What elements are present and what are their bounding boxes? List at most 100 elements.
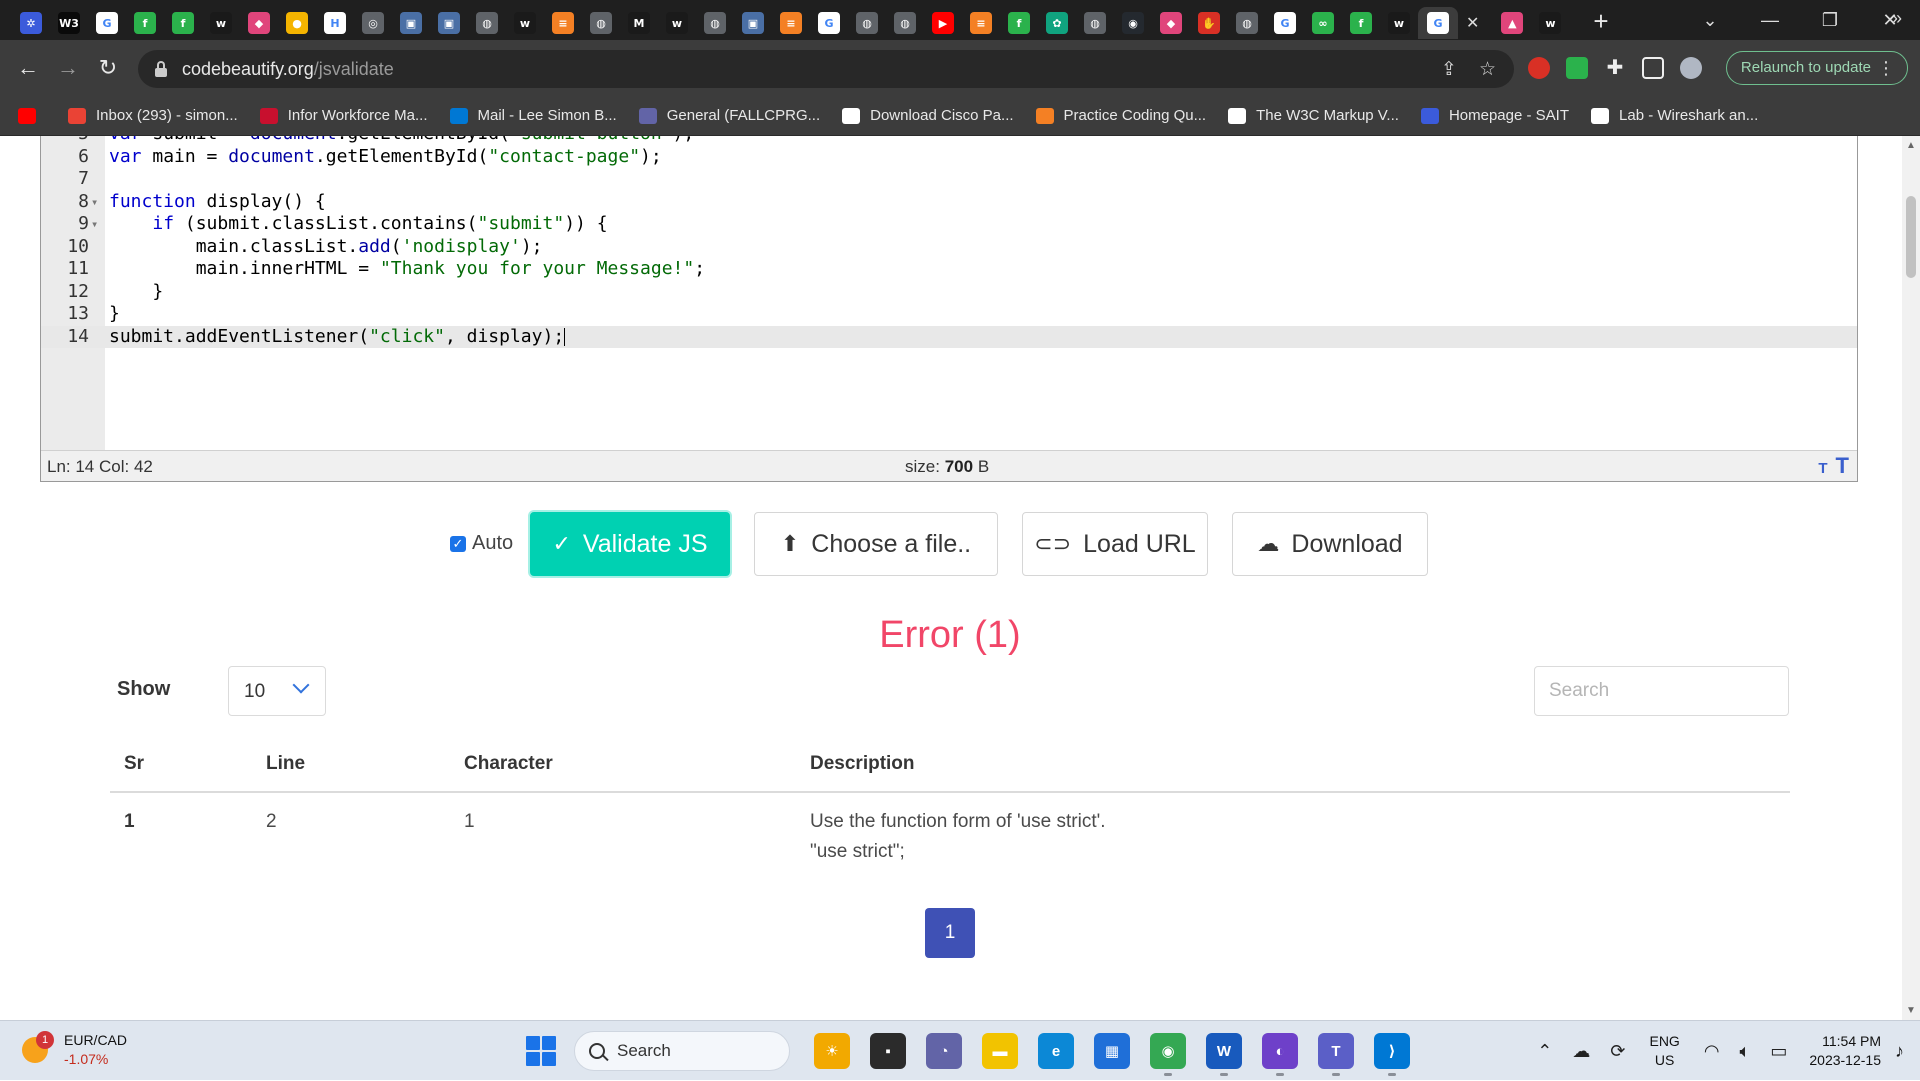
- share-icon[interactable]: ⇪: [1441, 58, 1457, 81]
- notifications-bell-icon[interactable]: ♪: [1895, 1041, 1904, 1062]
- sheets-extension-icon[interactable]: [1566, 57, 1588, 79]
- task-view-icon[interactable]: ▪: [870, 1033, 906, 1069]
- browser-tab[interactable]: f: [1342, 7, 1380, 39]
- bookmark-item[interactable]: General (FALLCPRG...: [638, 107, 820, 124]
- browser-tab[interactable]: ≡: [962, 7, 1000, 39]
- pagination-page-1[interactable]: 1: [925, 908, 975, 958]
- browser-tab[interactable]: w: [1531, 7, 1569, 39]
- browser-tab[interactable]: f: [126, 7, 164, 39]
- windows-start-icon[interactable]: [526, 1036, 556, 1066]
- tab-search-icon[interactable]: ⌄: [1680, 10, 1740, 31]
- close-window-icon[interactable]: ✕: [1860, 10, 1920, 31]
- extensions-puzzle-icon[interactable]: ✚: [1604, 57, 1626, 79]
- download-button[interactable]: ☁ Download: [1232, 512, 1428, 576]
- fold-arrow-icon[interactable]: ▾: [91, 213, 98, 236]
- profile-avatar[interactable]: [1680, 57, 1702, 79]
- bookmark-star-icon[interactable]: ☆: [1479, 58, 1496, 81]
- url-text[interactable]: codebeautify.org/jsvalidate: [182, 59, 394, 80]
- browser-tab[interactable]: ◍: [1228, 7, 1266, 39]
- code-line[interactable]: 11 main.innerHTML = "Thank you for your …: [41, 258, 1857, 281]
- increase-font-button[interactable]: T: [1836, 453, 1849, 478]
- browser-tab[interactable]: ✿: [1038, 7, 1076, 39]
- column-header[interactable]: Character: [450, 736, 796, 793]
- browser-tab[interactable]: w: [658, 7, 696, 39]
- browser-tab[interactable]: M: [620, 7, 658, 39]
- browser-tab[interactable]: ◍: [582, 7, 620, 39]
- browser-tab[interactable]: ◆: [1152, 7, 1190, 39]
- browser-tab[interactable]: H: [316, 7, 354, 39]
- code-line[interactable]: 8 ▾ function display() {: [41, 191, 1857, 214]
- browser-tab[interactable]: W3: [50, 7, 88, 39]
- minimize-icon[interactable]: —: [1740, 10, 1800, 31]
- browser-tab[interactable]: w: [202, 7, 240, 39]
- bookmark-item[interactable]: Lab - Wireshark an...: [1591, 107, 1758, 124]
- browser-tab[interactable]: ◎: [354, 7, 392, 39]
- onedrive-icon[interactable]: ☁: [1572, 1041, 1590, 1062]
- clock[interactable]: 11:54 PM 2023-12-15: [1809, 1032, 1881, 1070]
- code-area[interactable]: 5 var submit = document.getElementById("s…: [41, 136, 1859, 450]
- load-url-button[interactable]: ⊂⊃ Load URL: [1022, 512, 1208, 576]
- checkbox-checked-icon[interactable]: ✓: [450, 535, 466, 552]
- scroll-down-icon[interactable]: ▼: [1906, 1005, 1916, 1016]
- validate-js-button[interactable]: ✓ Validate JS: [530, 512, 730, 576]
- relaunch-to-update-button[interactable]: Relaunch to update ⋮: [1725, 51, 1908, 85]
- github-desktop-icon[interactable]: ◐: [1262, 1033, 1298, 1076]
- browser-tab[interactable]: ◍: [696, 7, 734, 39]
- file-explorer-icon[interactable]: ▬: [982, 1033, 1018, 1069]
- widgets-icon[interactable]: ☀: [814, 1033, 850, 1069]
- code-line[interactable]: 13}: [41, 303, 1857, 326]
- scroll-up-icon[interactable]: ▲: [1906, 140, 1916, 151]
- vscode-icon[interactable]: ⟩: [1374, 1033, 1410, 1076]
- edge-icon[interactable]: e: [1038, 1033, 1074, 1069]
- browser-tab[interactable]: ▣: [734, 7, 772, 39]
- bookmarks-overflow-icon[interactable]: »: [1892, 8, 1902, 29]
- restore-icon[interactable]: ❐: [1800, 10, 1860, 31]
- address-bar[interactable]: codebeautify.org/jsvalidate ⇪ ☆: [138, 50, 1514, 88]
- back-icon[interactable]: ←: [8, 55, 48, 81]
- weather-ticker-widget[interactable]: 1 EUR/CAD -1.07%: [22, 1031, 127, 1069]
- browser-tab[interactable]: ◍: [848, 7, 886, 39]
- browser-tab[interactable]: ▣: [392, 7, 430, 39]
- choose-file-button[interactable]: ⬆ Choose a file..: [754, 512, 998, 576]
- browser-tab[interactable]: f: [164, 7, 202, 39]
- close-tab-icon[interactable]: ✕: [1466, 13, 1479, 33]
- browser-tab[interactable]: G: [1266, 7, 1304, 39]
- browser-tab[interactable]: ≡: [544, 7, 582, 39]
- taskbar-search[interactable]: Search: [574, 1031, 790, 1071]
- code-line[interactable]: 10 main.classList.add('nodisplay');: [41, 236, 1857, 259]
- auto-validate-checkbox[interactable]: ✓ Auto: [450, 532, 513, 555]
- fold-arrow-icon[interactable]: ▾: [91, 191, 98, 214]
- table-search-input[interactable]: [1534, 666, 1789, 716]
- browser-tab[interactable]: ▣: [430, 7, 468, 39]
- code-line[interactable]: 6 var main = document.getElementById("con…: [41, 146, 1857, 169]
- browser-tab[interactable]: ●: [278, 7, 316, 39]
- browser-tab[interactable]: G: [810, 7, 848, 39]
- browser-tab[interactable]: ▶: [924, 7, 962, 39]
- teams-icon[interactable]: T: [1318, 1033, 1354, 1076]
- browser-tab[interactable]: ✲: [12, 7, 50, 39]
- browser-tab[interactable]: G: [88, 7, 126, 39]
- column-header[interactable]: Line: [252, 736, 450, 793]
- bookmark-item[interactable]: Practice Coding Qu...: [1035, 107, 1206, 124]
- volume-icon[interactable]: 🔈︎: [1740, 1041, 1751, 1062]
- code-editor[interactable]: 5 var submit = document.getElementById("s…: [40, 136, 1858, 482]
- code-line[interactable]: 14 submit.addEventListener("click", displ…: [41, 325, 1857, 348]
- browser-tab[interactable]: ◉: [1114, 7, 1152, 39]
- chat-icon[interactable]: ◔: [926, 1033, 962, 1069]
- browser-tab[interactable]: w: [1380, 7, 1418, 39]
- bookmark-item[interactable]: Mail - Lee Simon B...: [449, 107, 617, 124]
- decrease-font-button[interactable]: T: [1818, 460, 1827, 477]
- bookmark-item[interactable]: The W3C Markup V...: [1228, 107, 1399, 124]
- browser-tab[interactable]: G: [1418, 7, 1458, 39]
- input-language[interactable]: ENG US: [1649, 1032, 1679, 1070]
- adblock-extension-icon[interactable]: [1528, 57, 1550, 79]
- lock-icon[interactable]: [154, 61, 168, 77]
- browser-tab[interactable]: ◍: [1076, 7, 1114, 39]
- bookmark-item[interactable]: Download Cisco Pa...: [842, 107, 1014, 124]
- new-tab-icon[interactable]: +: [1593, 6, 1608, 37]
- browser-tab[interactable]: ◍: [886, 7, 924, 39]
- browser-tab[interactable]: ∞: [1304, 7, 1342, 39]
- menu-kebab-icon[interactable]: ⋮: [1877, 52, 1895, 84]
- code-line[interactable]: 9 ▾ if (submit.classList.contains("submit…: [41, 213, 1857, 236]
- scrollbar-thumb[interactable]: [1906, 196, 1916, 278]
